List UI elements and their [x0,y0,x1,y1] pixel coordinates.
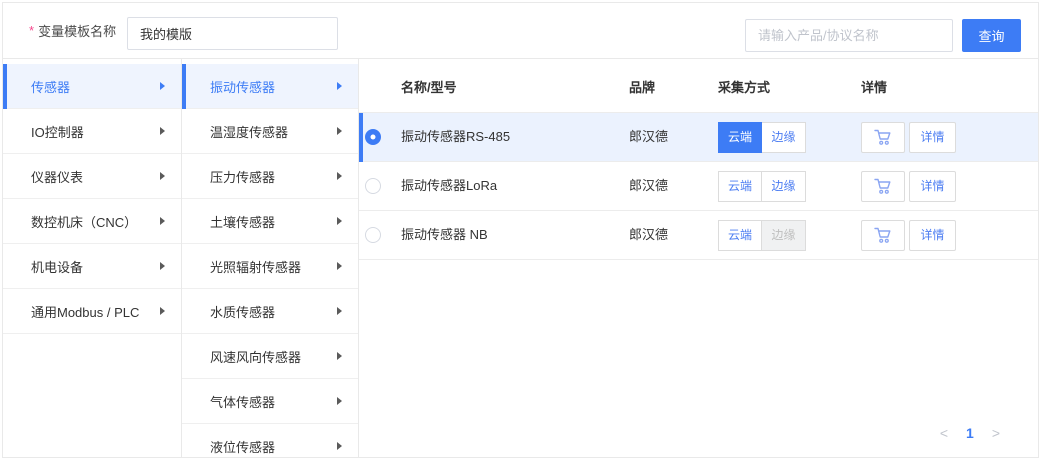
template-product-picker-panel: * 变量模板名称 查询 传感器 IO控制器 仪器仪表 数控机床（CNC） 机电设… [2,2,1039,458]
category-item-sensor[interactable]: 传感器 [3,64,181,109]
template-name-label-text: 变量模板名称 [38,21,116,40]
cart-icon [874,178,893,195]
table-row[interactable]: 振动传感器LoRa 郎汉德 云端 边缘 详情 [359,162,1038,211]
subcategory-item-light-radiation[interactable]: 光照辐射传感器 [182,244,358,289]
header-collection-method: 采集方式 [718,64,770,112]
subcategory-item-water-quality[interactable]: 水质传感器 [182,289,358,334]
product-brand: 郎汉德 [629,211,668,259]
detail-button[interactable]: 详情 [909,122,956,153]
subcategory-item-liquid-level[interactable]: 液位传感器 [182,424,358,458]
product-name: 振动传感器RS-485 [401,113,510,161]
arrow-right-icon [337,397,342,405]
detail-button[interactable]: 详情 [909,220,956,251]
arrow-right-icon [337,82,342,90]
edge-mode-button[interactable]: 边缘 [762,171,806,202]
arrow-right-icon [337,442,342,450]
subcategory-item-gas[interactable]: 气体传感器 [182,379,358,424]
cloud-mode-button[interactable]: 云端 [718,220,762,251]
subcategory-menu: 振动传感器 温湿度传感器 压力传感器 土壤传感器 光照辐射传感器 水质传感器 风… [182,59,359,457]
search-button[interactable]: 查询 [962,19,1021,52]
edge-mode-button[interactable]: 边缘 [762,122,806,153]
product-table: 名称/型号 品牌 采集方式 详情 振动传感器RS-485 郎汉德 云端 边缘 详… [359,59,1038,457]
subcategory-item-soil[interactable]: 土壤传感器 [182,199,358,244]
header-brand: 品牌 [629,64,655,112]
category-item-instrument[interactable]: 仪器仪表 [3,154,181,199]
pagination-next-icon[interactable]: > [992,425,1000,441]
product-name: 振动传感器 NB [401,211,488,259]
required-asterisk: * [29,23,34,38]
category-item-electromechanical[interactable]: 机电设备 [3,244,181,289]
row-radio[interactable] [365,178,381,194]
arrow-right-icon [160,307,165,315]
header-name-model: 名称/型号 [401,64,457,112]
arrow-right-icon [160,262,165,270]
add-to-cart-button[interactable] [861,171,905,202]
arrow-right-icon [337,127,342,135]
cart-icon [874,227,893,244]
subcategory-item-wind[interactable]: 风速风向传感器 [182,334,358,379]
product-search-input[interactable] [745,19,953,52]
template-name-label: * 变量模板名称 [29,3,116,58]
arrow-right-icon [160,127,165,135]
category-item-cnc[interactable]: 数控机床（CNC） [3,199,181,244]
product-brand: 郎汉德 [629,162,668,210]
arrow-right-icon [337,217,342,225]
product-name: 振动传感器LoRa [401,162,497,210]
row-radio-selected[interactable] [365,129,381,145]
collection-method-toggle: 云端 边缘 [718,122,806,153]
add-to-cart-button[interactable] [861,122,905,153]
table-row[interactable]: 振动传感器 NB 郎汉德 云端 边缘 详情 [359,211,1038,260]
pagination-prev-icon[interactable]: < [940,425,948,441]
arrow-right-icon [160,217,165,225]
template-name-input[interactable] [127,17,338,50]
table-header-row: 名称/型号 品牌 采集方式 详情 [359,64,1038,113]
collection-method-toggle: 云端 边缘 [718,220,806,251]
cart-icon [874,129,893,146]
top-form-row: * 变量模板名称 查询 [3,3,1038,59]
edge-mode-button-disabled: 边缘 [762,220,806,251]
arrow-right-icon [337,262,342,270]
cloud-mode-button[interactable]: 云端 [718,122,762,153]
row-radio[interactable] [365,227,381,243]
category-item-io-controller[interactable]: IO控制器 [3,109,181,154]
pagination: < 1 > [940,425,1000,441]
detail-button[interactable]: 详情 [909,171,956,202]
arrow-right-icon [337,307,342,315]
add-to-cart-button[interactable] [861,220,905,251]
arrow-right-icon [160,82,165,90]
table-row[interactable]: 振动传感器RS-485 郎汉德 云端 边缘 详情 [359,113,1038,162]
product-brand: 郎汉德 [629,113,668,161]
subcategory-item-temp-humidity[interactable]: 温湿度传感器 [182,109,358,154]
arrow-right-icon [337,352,342,360]
pagination-page-1[interactable]: 1 [966,425,974,441]
subcategory-item-pressure[interactable]: 压力传感器 [182,154,358,199]
header-detail: 详情 [861,64,887,112]
cloud-mode-button[interactable]: 云端 [718,171,762,202]
category-item-modbus-plc[interactable]: 通用Modbus / PLC [3,289,181,334]
category-menu: 传感器 IO控制器 仪器仪表 数控机床（CNC） 机电设备 通用Modbus /… [3,59,182,457]
subcategory-item-vibration[interactable]: 振动传感器 [182,64,358,109]
arrow-right-icon [160,172,165,180]
arrow-right-icon [337,172,342,180]
collection-method-toggle: 云端 边缘 [718,171,806,202]
